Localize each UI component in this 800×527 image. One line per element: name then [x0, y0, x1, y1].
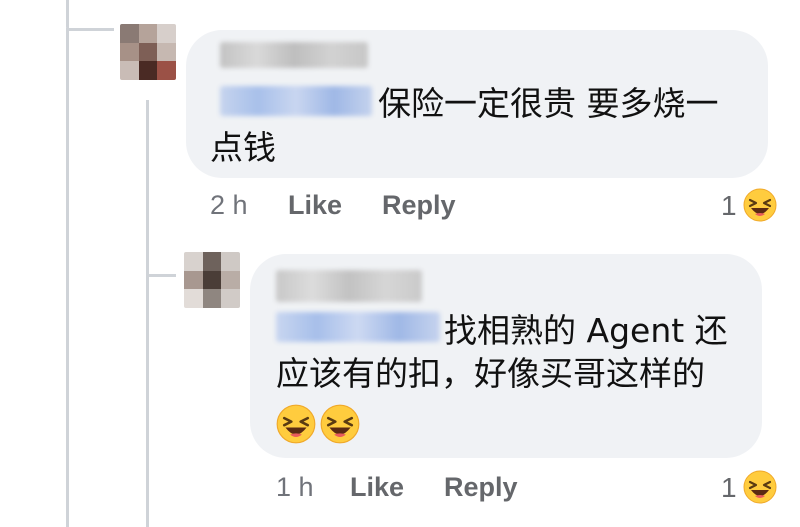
thread-line-top: [66, 0, 69, 30]
comment-text-line2: 点钱: [210, 128, 276, 167]
thread-line-reply-branch: [146, 274, 176, 277]
mention-tag-redacted[interactable]: [276, 312, 440, 342]
laughing-face-icon[interactable]: [743, 470, 777, 504]
like-button[interactable]: Like: [288, 190, 342, 221]
like-button[interactable]: Like: [350, 472, 404, 503]
reply-button[interactable]: Reply: [382, 190, 456, 221]
thread-line-branch: [66, 28, 114, 31]
comment-text-line1: 找相熟的 Agent 还: [444, 311, 728, 350]
laughing-face-icon: [276, 404, 316, 444]
comment-timestamp[interactable]: 2 h: [210, 190, 248, 221]
thread-line-reply: [146, 100, 149, 527]
comment-timestamp[interactable]: 1 h: [276, 472, 314, 503]
laughing-face-icon: [320, 404, 360, 444]
commenter-name-redacted[interactable]: [276, 270, 422, 302]
comment-text-line2: 应该有的扣，好像买哥这样的: [276, 354, 705, 393]
reaction-count[interactable]: 1: [721, 472, 737, 504]
laughing-face-icon[interactable]: [743, 188, 777, 222]
comment-text-line1: 保险一定很贵 要多烧一: [378, 84, 719, 123]
reply-button[interactable]: Reply: [444, 472, 518, 503]
avatar[interactable]: [120, 24, 176, 80]
mention-tag-redacted[interactable]: [220, 86, 372, 116]
avatar[interactable]: [184, 252, 240, 308]
commenter-name-redacted[interactable]: [220, 42, 368, 68]
thread-line-main: [66, 28, 69, 527]
reaction-count[interactable]: 1: [721, 190, 737, 222]
